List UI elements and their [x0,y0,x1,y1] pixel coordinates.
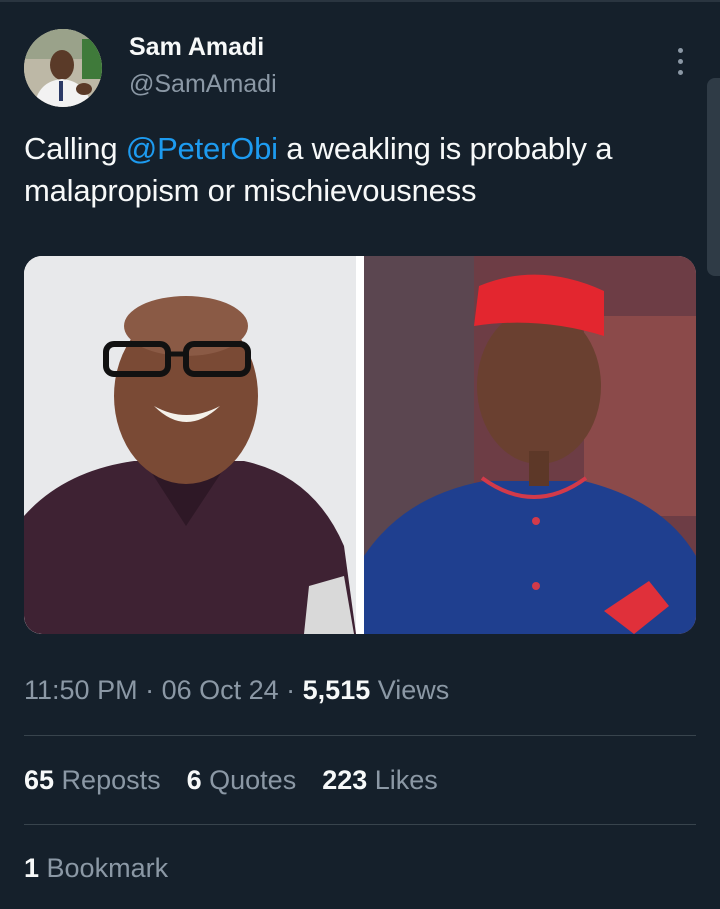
avatar[interactable] [24,29,102,107]
photo-right-image [364,256,696,634]
tweet-date[interactable]: 06 Oct 24 [162,675,279,705]
meta-separator: · [278,675,303,705]
divider [24,735,696,736]
likes-label: Likes [367,765,438,795]
avatar-image [24,29,102,107]
photo-left[interactable] [24,256,356,634]
reposts-label: Reposts [54,765,161,795]
likes-count: 223 [322,765,368,795]
mention-link[interactable]: @PeterObi [126,131,278,166]
top-divider [0,0,720,2]
divider [24,824,696,825]
photo-right[interactable] [364,256,696,634]
author-handle[interactable]: @SamAmadi [129,70,277,99]
views-count: 5,515 [302,675,371,705]
media-grid[interactable] [24,256,696,634]
quotes-count: 6 [186,765,202,795]
author-name[interactable]: Sam Amadi [129,33,264,62]
scrollbar[interactable] [707,78,720,276]
engagement-stats: 65 Reposts 6 Quotes 223 Likes [24,765,438,796]
tweet-meta: 11:50 PM · 06 Oct 24 · 5,515 Views [24,675,449,706]
reposts-count: 65 [24,765,55,795]
tweet-time[interactable]: 11:50 PM [24,675,138,705]
meta-separator: · [137,675,162,705]
bookmarks-label: Bookmark [39,853,169,883]
bookmarks-count: 1 [24,853,40,883]
tweet-text: Calling @PeterObi a weakling is probably… [24,128,704,212]
bookmarks-stat[interactable]: 1 Bookmark [24,853,168,884]
quotes-label: Quotes [201,765,297,795]
likes-stat[interactable]: 223 Likes [322,765,438,796]
reposts-stat[interactable]: 65 Reposts [24,765,161,796]
tweet-text-start: Calling [24,131,126,166]
views-label: Views [370,675,450,705]
more-options-icon[interactable] [668,46,692,80]
quotes-stat[interactable]: 6 Quotes [187,765,297,796]
photo-left-image [24,256,356,634]
